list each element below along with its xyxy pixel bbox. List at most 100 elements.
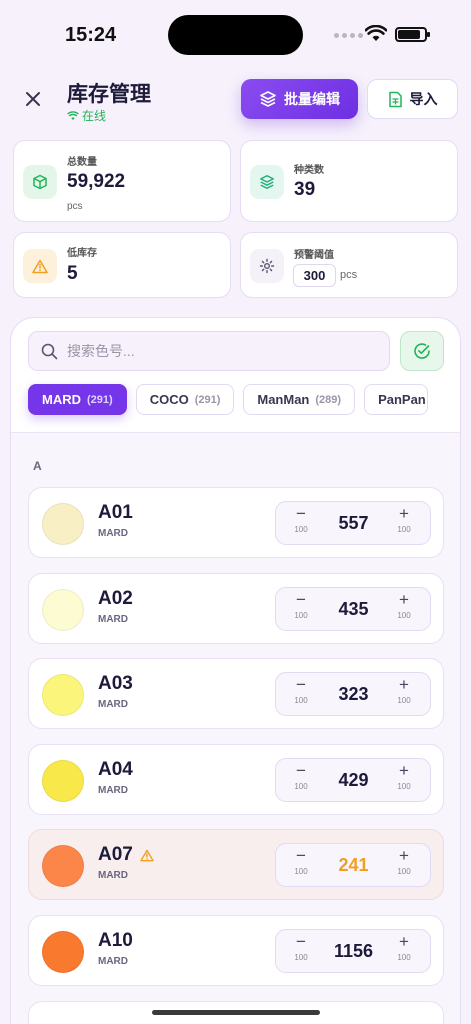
brand-label: MARD — [98, 614, 128, 625]
step-amount: 100 — [294, 611, 308, 620]
stat-total-value: 59,922 — [67, 171, 126, 192]
brand-label: MARD — [98, 699, 128, 710]
online-status: 在线 — [67, 107, 106, 124]
step-amount: 100 — [294, 696, 308, 705]
brand-label: MARD — [98, 870, 128, 881]
color-code: A02 — [98, 588, 133, 610]
stat-threshold-label: 预警阈值 — [294, 250, 334, 261]
brand-tabs: MARD (291) COCO (291) ManMan (289) PanPan — [28, 384, 429, 415]
step-amount: 100 — [397, 525, 411, 534]
tab-label: COCO — [149, 392, 189, 407]
color-code: A03 — [98, 673, 133, 695]
stat-total-label: 总数量 — [67, 157, 97, 168]
batch-edit-button[interactable]: 批量编辑 — [241, 79, 358, 119]
step-amount: 100 — [294, 782, 308, 791]
increment-button[interactable]: +100 — [389, 675, 419, 713]
quantity-stepper: − 100 323 +100 — [275, 672, 431, 716]
increment-button[interactable]: +100 — [389, 504, 419, 542]
close-button[interactable] — [18, 84, 48, 114]
tab-label: PanPan — [378, 392, 426, 407]
color-swatch — [42, 674, 84, 716]
decrement-button[interactable]: − 100 — [286, 675, 316, 713]
online-label: 在线 — [82, 109, 107, 123]
plus-icon: + — [399, 846, 409, 865]
color-swatch — [42, 845, 84, 887]
quantity-value[interactable]: 435 — [316, 599, 391, 620]
decrement-button[interactable]: − 100 — [286, 932, 316, 970]
color-code-text: A02 — [98, 588, 133, 609]
color-code-text: A04 — [98, 759, 133, 780]
tab-panpan[interactable]: PanPan — [364, 384, 429, 415]
warning-icon — [140, 849, 154, 861]
tab-mard[interactable]: MARD (291) — [28, 384, 127, 415]
list-item[interactable]: A04 MARD − 100 429 +100 — [28, 744, 444, 815]
warning-icon — [23, 249, 57, 283]
quantity-value[interactable]: 323 — [316, 684, 391, 705]
list-item-low-stock[interactable]: A07 MARD − 100 241 +100 — [28, 829, 444, 900]
batch-edit-label: 批量编辑 — [284, 91, 340, 107]
step-amount: 100 — [294, 525, 308, 534]
minus-icon: − — [296, 675, 306, 694]
minus-icon: − — [296, 590, 306, 609]
stat-total-unit: pcs — [67, 201, 83, 212]
quantity-stepper: − 100 429 +100 — [275, 758, 431, 802]
increment-button[interactable]: +100 — [389, 932, 419, 970]
tab-count: (291) — [194, 393, 221, 406]
tab-coco[interactable]: COCO (291) — [135, 384, 235, 415]
quantity-stepper: − 100 435 +100 — [275, 587, 431, 631]
color-swatch — [42, 503, 84, 545]
quantity-stepper: − 100 1156 +100 — [275, 929, 431, 973]
tab-manman[interactable]: ManMan (289) — [243, 384, 356, 415]
home-indicator — [152, 1010, 320, 1015]
tab-label: ManMan — [257, 392, 310, 407]
step-amount: 100 — [397, 953, 411, 962]
gear-icon — [250, 249, 284, 283]
decrement-button[interactable]: − 100 — [286, 846, 316, 884]
section-header: A — [33, 459, 42, 473]
plus-icon: + — [399, 504, 409, 523]
color-code-text: A10 — [98, 930, 133, 951]
plus-icon: + — [399, 590, 409, 609]
quantity-stepper: − 100 241 +100 — [275, 843, 431, 887]
spreadsheet-icon — [388, 91, 402, 107]
increment-button[interactable]: +100 — [389, 761, 419, 799]
search-bar[interactable] — [28, 331, 390, 371]
decrement-button[interactable]: − 100 — [286, 590, 316, 628]
layers-icon — [250, 165, 284, 199]
page-title: 库存管理 — [67, 83, 151, 106]
list-item[interactable]: A10 MARD − 100 1156 +100 — [28, 915, 444, 986]
import-button[interactable]: 导入 — [367, 79, 458, 119]
confirm-button[interactable] — [400, 331, 444, 371]
step-amount: 100 — [397, 611, 411, 620]
search-input[interactable] — [67, 343, 367, 359]
quantity-value[interactable]: 241 — [316, 855, 391, 876]
quantity-value[interactable]: 429 — [316, 770, 391, 791]
list-item[interactable]: A03 MARD − 100 323 +100 — [28, 658, 444, 729]
color-swatch — [42, 760, 84, 802]
tab-label: MARD — [42, 392, 81, 407]
increment-button[interactable]: +100 — [389, 846, 419, 884]
color-code: A07 — [98, 844, 154, 866]
quantity-stepper: − 100 557 +100 — [275, 501, 431, 545]
plus-icon: + — [399, 932, 409, 951]
color-code: A04 — [98, 759, 133, 781]
increment-button[interactable]: +100 — [389, 590, 419, 628]
step-amount: 100 — [397, 782, 411, 791]
step-amount: 100 — [397, 696, 411, 705]
battery-icon — [395, 27, 430, 42]
step-amount: 100 — [294, 867, 308, 876]
quantity-value[interactable]: 557 — [316, 513, 391, 534]
plus-icon: + — [399, 761, 409, 780]
decrement-button[interactable]: − 100 — [286, 761, 316, 799]
stat-total-card: 总数量 59,922 pcs — [13, 140, 231, 222]
quantity-value[interactable]: 1156 — [316, 941, 391, 962]
dynamic-island — [168, 15, 303, 55]
list-item[interactable]: A01 MARD − 100 557 +100 — [28, 487, 444, 558]
brand-label: MARD — [98, 785, 128, 796]
list-item[interactable]: A02 MARD − 100 435 +100 — [28, 573, 444, 644]
search-icon — [41, 343, 58, 359]
decrement-button[interactable]: − 100 — [286, 504, 316, 542]
stat-types-label: 种类数 — [294, 165, 324, 176]
tab-count: (291) — [87, 393, 113, 406]
threshold-input[interactable]: 300 — [293, 264, 336, 287]
